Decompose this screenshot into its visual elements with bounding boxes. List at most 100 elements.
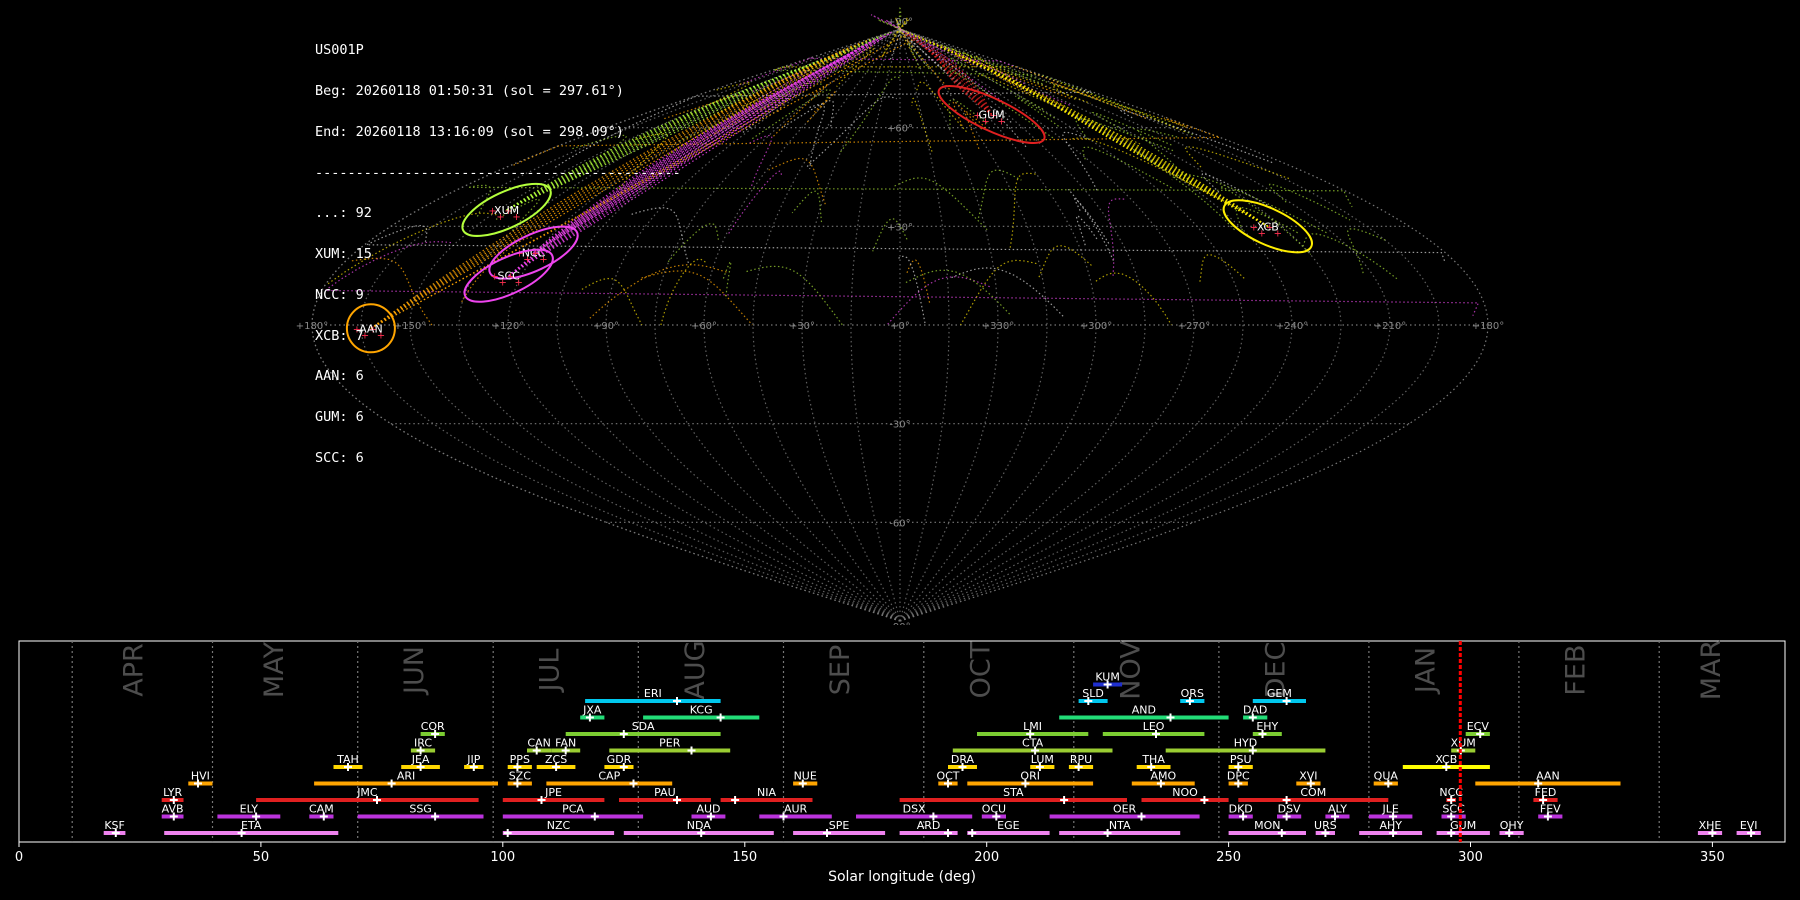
shower-pau: PAU [619, 786, 711, 804]
longitude-label: +240° [1276, 321, 1308, 332]
shower-cam: CAM [309, 803, 334, 821]
shower-label: MON [1254, 819, 1280, 832]
shower-label: XHE [1699, 819, 1722, 832]
shower-label: DAD [1243, 704, 1267, 717]
shower-xhe: XHE [1697, 819, 1723, 837]
month-label: FEB [1561, 644, 1592, 695]
shower-label: GDR [607, 753, 632, 766]
shower-xvi: XVI [1296, 770, 1321, 788]
shower-szc: SZC [507, 770, 532, 788]
shower-ssg: SSG [357, 803, 484, 821]
sporadic-trail [1075, 215, 1098, 246]
longitude-label: +330° [982, 321, 1014, 332]
sporadic-trail [722, 260, 732, 299]
month-label: JUN [399, 646, 430, 696]
shower-ocu: OCU [982, 803, 1006, 821]
shower-ari: ARI [314, 770, 498, 788]
shower-nzc: NZC [502, 819, 615, 837]
shower-cap: CAP [546, 770, 673, 788]
longitude-label: +0° [890, 321, 910, 332]
sporadic-trail [1009, 172, 1037, 248]
month-label: SEP [825, 645, 856, 695]
shower-ege: EGE [967, 819, 1050, 837]
shower-label: RPU [1070, 753, 1092, 766]
shower-gdr: GDR [604, 753, 634, 771]
month-label: NOV [1115, 640, 1146, 700]
shower-ohy: OHY [1499, 819, 1524, 837]
sporadic-trail [977, 169, 1022, 219]
latitude-label: -30° [889, 420, 910, 431]
shower-label: SPE [829, 819, 850, 832]
sporadic-trail [916, 81, 969, 134]
shower-label: AAN [1536, 770, 1560, 783]
count-aan: AAN: 6 [315, 368, 364, 385]
shower-mon: MON [1228, 819, 1306, 837]
shower-qua: QUA [1374, 770, 1398, 788]
longitude-label: +60° [691, 321, 717, 332]
shower-hvi: HVI [188, 770, 213, 788]
shower-noo: NOO [1141, 786, 1229, 804]
shower-label: XVI [1299, 770, 1317, 783]
shower-label: ERI [644, 687, 662, 700]
shower-label: COM [1300, 786, 1326, 799]
shower-label: NIA [757, 786, 776, 799]
shower-label: JIP [466, 753, 480, 766]
month-label: JAN [1411, 647, 1442, 695]
x-tick-label: 350 [1700, 850, 1725, 865]
shower-hyd: HYD [1165, 737, 1326, 755]
month-label: MAR [1696, 640, 1727, 701]
shower-label: PSU [1230, 753, 1252, 766]
shower-label: OER [1113, 803, 1137, 816]
shower-label: GUM [1450, 819, 1476, 832]
x-tick-label: 100 [490, 850, 515, 865]
shower-label: LEO [1143, 720, 1165, 733]
count-xum: XUM: 15 [315, 246, 372, 263]
shower-label: COR [421, 720, 445, 733]
shower-label: ZCS [545, 753, 567, 766]
shower-label: KUM [1095, 671, 1119, 684]
shower-label: ARI [397, 770, 415, 783]
sporadic-trail [1067, 188, 1114, 261]
shower-aan: AAN [1475, 770, 1621, 788]
shower-label: GEM [1267, 687, 1292, 700]
month-label: AUG [680, 640, 711, 699]
x-tick-label: 200 [974, 850, 999, 865]
latitude-label: +30° [887, 222, 913, 233]
shower-ecv: ECV [1465, 720, 1490, 738]
shower-label: DPC [1227, 770, 1250, 783]
sporadic-trail [898, 255, 926, 326]
end-time: End: 20260118 13:16:09 (sol = 298.09°) [315, 123, 624, 140]
shower-lmi: LMI [977, 720, 1089, 738]
shower-pps: PPS [507, 753, 532, 771]
shower-label: FEV [1540, 803, 1561, 816]
latitude-label: -60° [889, 518, 910, 529]
count-ncc: NCC: 9 [315, 286, 364, 303]
radiant-label: XCB [1257, 220, 1279, 233]
shower-kum: KUM [1093, 671, 1123, 689]
shower-label: SZC [509, 770, 532, 783]
meteor-radiant-viewer: +180° +150° +120° +90° +60° +30° +0° +330° +300°… [0, 0, 1800, 900]
shower-dpc: DPC [1227, 770, 1250, 788]
shower-amo: AMO [1131, 770, 1195, 788]
shower-label: URS [1314, 819, 1337, 832]
shower-cta: CTA [952, 737, 1113, 755]
shower-label: OCU [982, 803, 1006, 816]
shower-dra: DRA [948, 753, 977, 771]
shower-xum: XUM [1451, 737, 1476, 755]
shower-jxa: JXA [580, 704, 605, 722]
shower-label: AUD [696, 803, 720, 816]
shower-dad: DAD [1243, 704, 1267, 722]
shower-ksf: KSF [103, 819, 126, 837]
shower-label: PAU [654, 786, 676, 799]
shower-fev: FEV [1538, 803, 1563, 821]
shower-label: EGE [997, 819, 1019, 832]
shower-dkd: DKD [1228, 803, 1253, 821]
station-id: US001P [315, 42, 364, 59]
shower-label: DSX [903, 803, 926, 816]
shower-and: AND [1059, 704, 1229, 722]
longitude-label: +180° [1472, 321, 1504, 332]
shower-bars: KSF ETA NZC NDA SPE ARD EGE NTA MON URS AHY GUM OHY X… [103, 671, 1761, 837]
shower-label: NTA [1109, 819, 1131, 832]
shower-label: NDA [687, 819, 712, 832]
shower-dsv: DSV [1277, 803, 1302, 821]
